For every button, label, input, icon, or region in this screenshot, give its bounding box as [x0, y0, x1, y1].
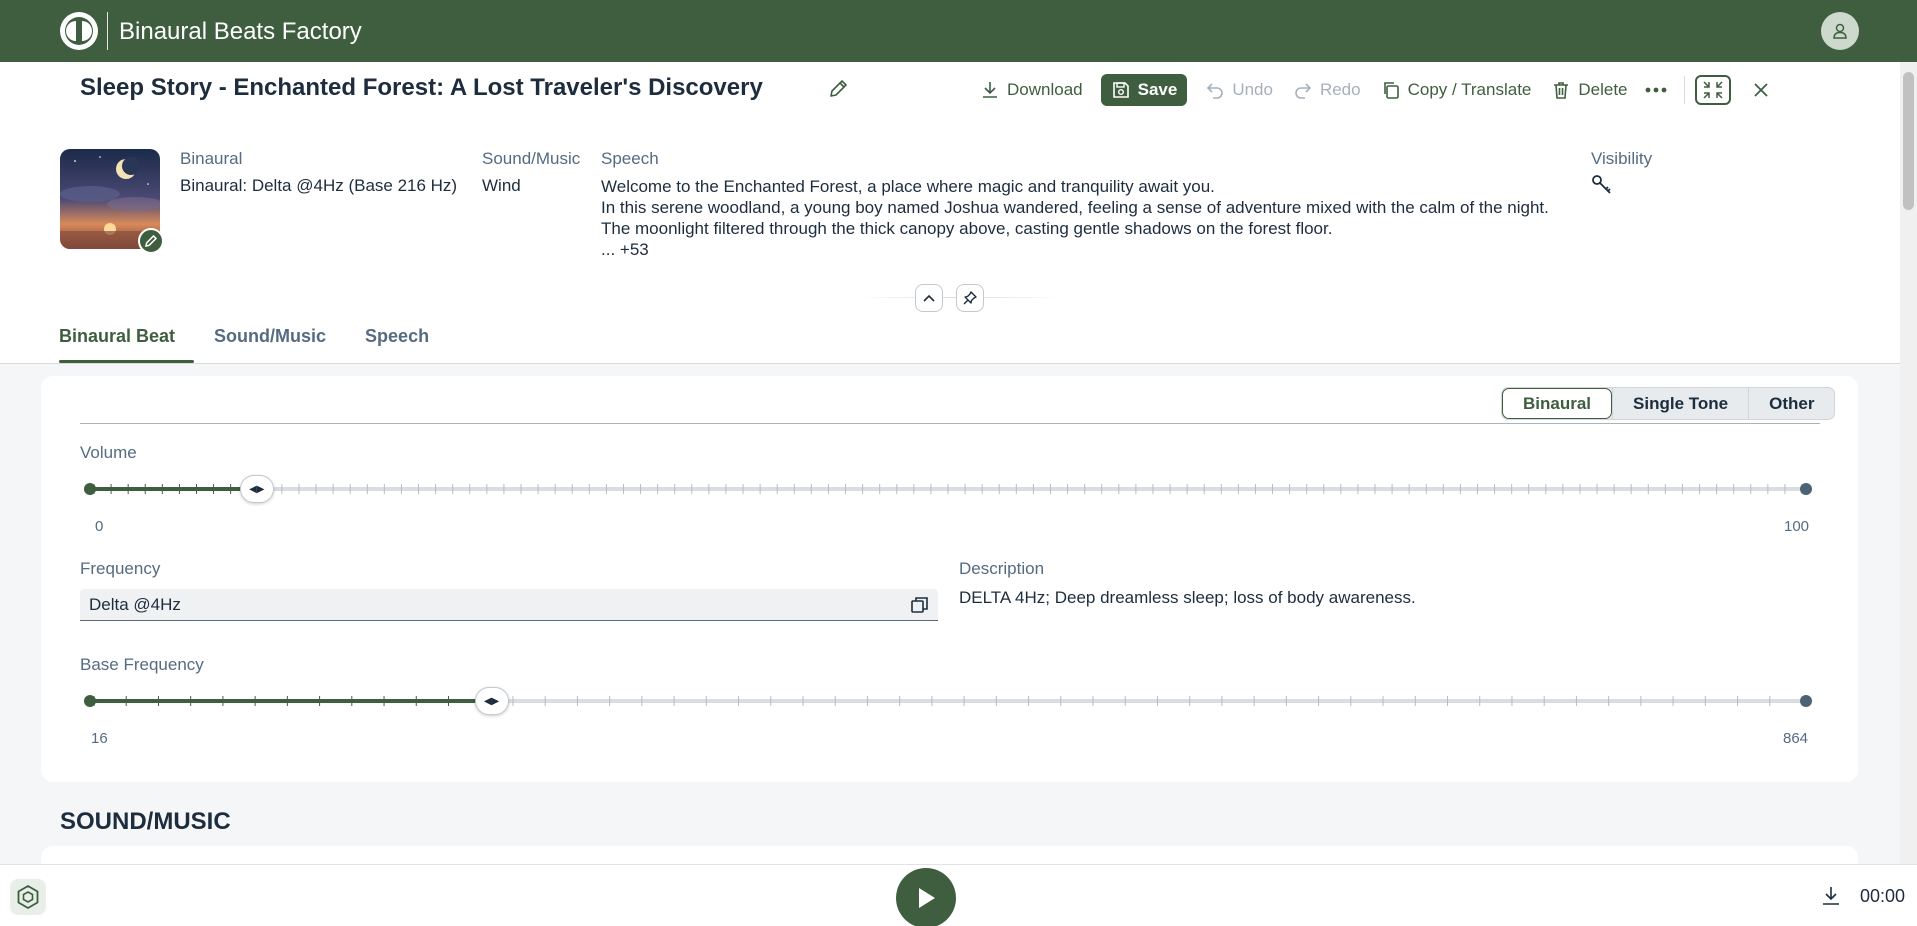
app-title: Binaural Beats Factory — [119, 18, 362, 45]
speech-more-count: ... +53 — [601, 240, 649, 259]
more-horizontal-icon — [1645, 87, 1666, 93]
base-frequency-slider-end-dot — [1800, 695, 1812, 707]
speech-meta-lines: Welcome to the Enchanted Forest, a place… — [601, 176, 1549, 260]
speech-line: Welcome to the Enchanted Forest, a place… — [601, 177, 1215, 196]
play-button[interactable] — [896, 868, 956, 926]
redo-button[interactable]: Redo — [1283, 74, 1371, 106]
app-bar: Binaural Beats Factory — [0, 0, 1917, 62]
description-value: DELTA 4Hz; Deep dreamless sleep; loss of… — [959, 588, 1416, 607]
edit-cover-button[interactable] — [138, 228, 164, 254]
base-frequency-min-label: 16 — [91, 730, 108, 747]
base-frequency-slider-handle[interactable]: ◀▶ — [474, 687, 509, 715]
base-frequency-slider-start-dot — [84, 695, 96, 707]
mode-binaural-button[interactable]: Binaural — [1502, 388, 1613, 419]
key-icon — [1591, 174, 1613, 201]
page-title: Sleep Story - Enchanted Forest: A Lost T… — [80, 74, 763, 101]
tab-sound-music[interactable]: Sound/Music — [214, 326, 345, 362]
play-icon — [919, 888, 935, 908]
sound-meta-value: Wind — [482, 176, 521, 195]
download-icon — [1823, 887, 1839, 905]
pin-header-button[interactable] — [956, 284, 984, 312]
close-icon — [1753, 83, 1768, 97]
volume-slider-ticks — [94, 484, 1802, 494]
frequency-value: Delta @4Hz — [89, 594, 181, 614]
save-icon — [1112, 82, 1129, 98]
mode-single-tone-button[interactable]: Single Tone — [1612, 388, 1748, 419]
object-header: Sleep Story - Enchanted Forest: A Lost T… — [0, 62, 1900, 364]
volume-slider-handle[interactable]: ◀▶ — [239, 475, 274, 503]
header-toolbar: Download Save Undo Redo Copy / Translate… — [970, 74, 1779, 106]
section-tabs: Binaural Beat Sound/Music Speech — [59, 326, 468, 363]
player-download-button[interactable] — [1820, 885, 1842, 912]
redo-label: Redo — [1319, 80, 1361, 99]
base-frequency-label: Base Frequency — [80, 655, 204, 674]
volume-max-label: 100 — [1784, 518, 1810, 535]
redo-icon — [1295, 83, 1312, 99]
binaural-mode-segmented: Binaural Single Tone Other — [1501, 387, 1836, 420]
sound-meta-label: Sound/Music — [482, 149, 581, 168]
volume-slider[interactable]: ◀▶ — [84, 475, 1812, 503]
delete-button[interactable]: Delete — [1541, 74, 1637, 106]
copy-icon — [1383, 82, 1399, 99]
sound-music-section-title: SOUND/MUSIC — [60, 808, 231, 835]
player-logo-icon[interactable] — [10, 879, 46, 915]
visibility-meta-label: Visibility — [1591, 149, 1653, 168]
base-frequency-slider[interactable]: ◀▶ — [84, 687, 1812, 715]
frequency-value-help-icon[interactable] — [910, 596, 930, 619]
base-frequency-slider-ticks — [94, 696, 1802, 706]
volume-slider-end-dot — [1800, 483, 1812, 495]
trash-icon — [1554, 82, 1569, 99]
speech-line: In this serene woodland, a young boy nam… — [601, 198, 1549, 217]
audio-player-bar: 00:00 — [0, 864, 1917, 926]
close-button[interactable] — [1743, 75, 1779, 105]
speech-meta-label: Speech — [601, 149, 659, 168]
download-label: Download — [1007, 80, 1083, 99]
exit-fullscreen-button[interactable] — [1694, 75, 1731, 105]
binaural-card: Binaural Single Tone Other Volume ◀▶ 0 1… — [41, 376, 1858, 782]
pencil-icon — [145, 234, 158, 247]
page-scrollbar-thumb[interactable] — [1903, 72, 1914, 210]
more-options-button[interactable] — [1638, 75, 1674, 105]
speech-line: The moonlight filtered through the thick… — [601, 219, 1333, 238]
app-logo-icon[interactable] — [60, 12, 98, 50]
exit-fullscreen-icon — [1702, 81, 1723, 99]
volume-slider-start-dot — [84, 483, 96, 495]
undo-button[interactable]: Undo — [1195, 74, 1283, 106]
copy-translate-label: Copy / Translate — [1407, 80, 1532, 99]
chevron-up-icon — [923, 294, 935, 302]
toolbar-separator — [1683, 76, 1685, 104]
download-icon — [983, 82, 997, 98]
mode-other-button[interactable]: Other — [1748, 388, 1834, 419]
description-label: Description — [959, 559, 1045, 578]
card-divider — [80, 423, 1820, 424]
volume-label: Volume — [80, 443, 137, 462]
player-time: 00:00 — [1860, 886, 1906, 906]
binaural-meta-value: Binaural: Delta @4Hz (Base 216 Hz) — [180, 176, 458, 195]
base-frequency-max-label: 864 — [1783, 730, 1809, 747]
tab-speech[interactable]: Speech — [365, 326, 448, 362]
copy-translate-button[interactable]: Copy / Translate — [1371, 74, 1542, 106]
tab-binaural-beat[interactable]: Binaural Beat — [59, 326, 195, 363]
save-button[interactable]: Save — [1100, 74, 1188, 106]
logo-divider — [107, 12, 108, 50]
frequency-field[interactable]: Delta @4Hz — [80, 589, 938, 621]
user-icon — [1833, 23, 1847, 39]
undo-icon — [1207, 83, 1224, 99]
binaural-meta-label: Binaural — [180, 149, 243, 168]
pin-icon — [963, 291, 977, 305]
volume-min-label: 0 — [95, 518, 104, 535]
undo-label: Undo — [1232, 80, 1273, 99]
delete-label: Delete — [1578, 80, 1628, 99]
edit-title-pencil-icon[interactable] — [827, 78, 849, 105]
frequency-label: Frequency — [80, 559, 161, 578]
download-button[interactable]: Download — [970, 74, 1093, 106]
user-avatar-button[interactable] — [1821, 12, 1859, 50]
collapse-header-button[interactable] — [915, 284, 943, 312]
save-label: Save — [1137, 80, 1178, 99]
